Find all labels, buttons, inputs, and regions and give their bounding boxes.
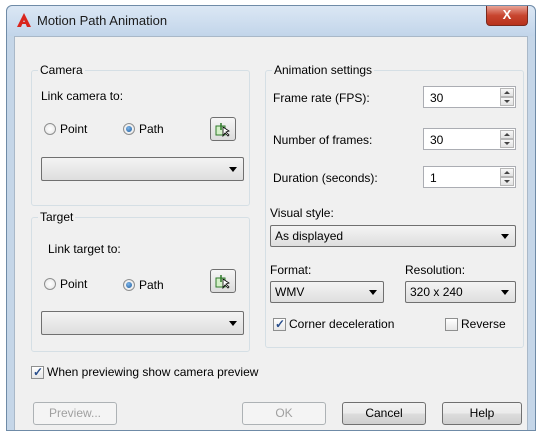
camera-path-radio[interactable]	[123, 123, 135, 135]
frame-rate-value: 30	[430, 91, 444, 105]
visual-style-value: As displayed	[275, 229, 344, 243]
duration-label: Duration (seconds):	[273, 171, 378, 185]
corner-deceleration-checkbox[interactable]	[273, 317, 286, 331]
duration-stepper[interactable]: 1	[423, 166, 516, 188]
dialog-body: Camera Link camera to: Point Path Target…	[14, 36, 528, 430]
help-button[interactable]: Help	[442, 402, 522, 425]
resolution-value: 320 x 240	[410, 285, 463, 299]
camera-path-select[interactable]	[41, 157, 244, 181]
target-point-label[interactable]: Point	[60, 277, 87, 291]
reverse-checkbox[interactable]	[445, 318, 458, 331]
preview-button[interactable]: Preview...	[33, 402, 117, 425]
window-title: Motion Path Animation	[37, 13, 168, 28]
frame-rate-label: Frame rate (FPS):	[273, 91, 370, 105]
chevron-down-icon	[369, 290, 377, 295]
target-path-radio[interactable]	[123, 279, 135, 291]
camera-pick-button[interactable]	[210, 117, 236, 141]
cancel-button[interactable]: Cancel	[342, 402, 426, 425]
pick-path-icon	[215, 123, 230, 137]
spin-down-icon[interactable]	[500, 139, 514, 148]
format-label: Format:	[270, 263, 312, 277]
animation-settings-legend: Animation settings	[272, 63, 375, 77]
animation-settings-group: Animation settings Frame rate (FPS): 30 …	[265, 63, 524, 348]
spin-up-icon[interactable]	[500, 130, 514, 139]
camera-legend: Camera	[38, 63, 85, 77]
pick-path-icon	[215, 275, 230, 289]
visual-style-label: Visual style:	[270, 206, 334, 220]
chevron-down-icon	[501, 234, 509, 239]
ok-button[interactable]: OK	[242, 402, 326, 425]
target-pick-button[interactable]	[210, 269, 236, 293]
number-of-frames-value: 30	[430, 133, 444, 147]
number-of-frames-label: Number of frames:	[273, 133, 373, 147]
target-legend: Target	[38, 210, 76, 224]
link-camera-label: Link camera to:	[41, 89, 124, 103]
title-bar[interactable]: Motion Path Animation X	[7, 6, 535, 36]
format-value: WMV	[275, 285, 305, 299]
camera-path-label[interactable]: Path	[139, 122, 164, 136]
number-of-frames-stepper[interactable]: 30	[423, 128, 516, 150]
resolution-select[interactable]: 320 x 240	[405, 281, 516, 303]
duration-value: 1	[430, 171, 437, 185]
spin-up-icon[interactable]	[500, 88, 514, 97]
spin-down-icon[interactable]	[500, 177, 514, 186]
camera-preview-label[interactable]: When previewing show camera preview	[47, 365, 258, 379]
visual-style-select[interactable]: As displayed	[270, 225, 516, 247]
target-path-label[interactable]: Path	[139, 278, 164, 292]
link-target-label: Link target to:	[48, 242, 121, 256]
corner-deceleration-label[interactable]: Corner deceleration	[289, 317, 394, 331]
camera-point-label[interactable]: Point	[60, 122, 87, 136]
reverse-label[interactable]: Reverse	[461, 317, 506, 331]
chevron-down-icon	[229, 167, 237, 172]
target-group: Target Link target to: Point Path	[31, 210, 250, 352]
camera-point-radio[interactable]	[44, 123, 56, 135]
camera-preview-checkbox[interactable]	[31, 365, 44, 379]
spin-down-icon[interactable]	[500, 97, 514, 106]
chevron-down-icon	[501, 290, 509, 295]
format-select[interactable]: WMV	[270, 281, 384, 303]
target-point-radio[interactable]	[44, 278, 56, 290]
close-button[interactable]: X	[486, 6, 528, 26]
frame-rate-stepper[interactable]: 30	[423, 86, 516, 108]
target-path-select[interactable]	[41, 311, 244, 335]
spin-up-icon[interactable]	[500, 168, 514, 177]
dialog-window: Motion Path Animation X Camera Link came…	[6, 5, 536, 431]
resolution-label: Resolution:	[405, 263, 466, 277]
autocad-logo-icon	[17, 13, 31, 27]
camera-group: Camera Link camera to: Point Path	[31, 63, 250, 206]
chevron-down-icon	[229, 321, 237, 326]
